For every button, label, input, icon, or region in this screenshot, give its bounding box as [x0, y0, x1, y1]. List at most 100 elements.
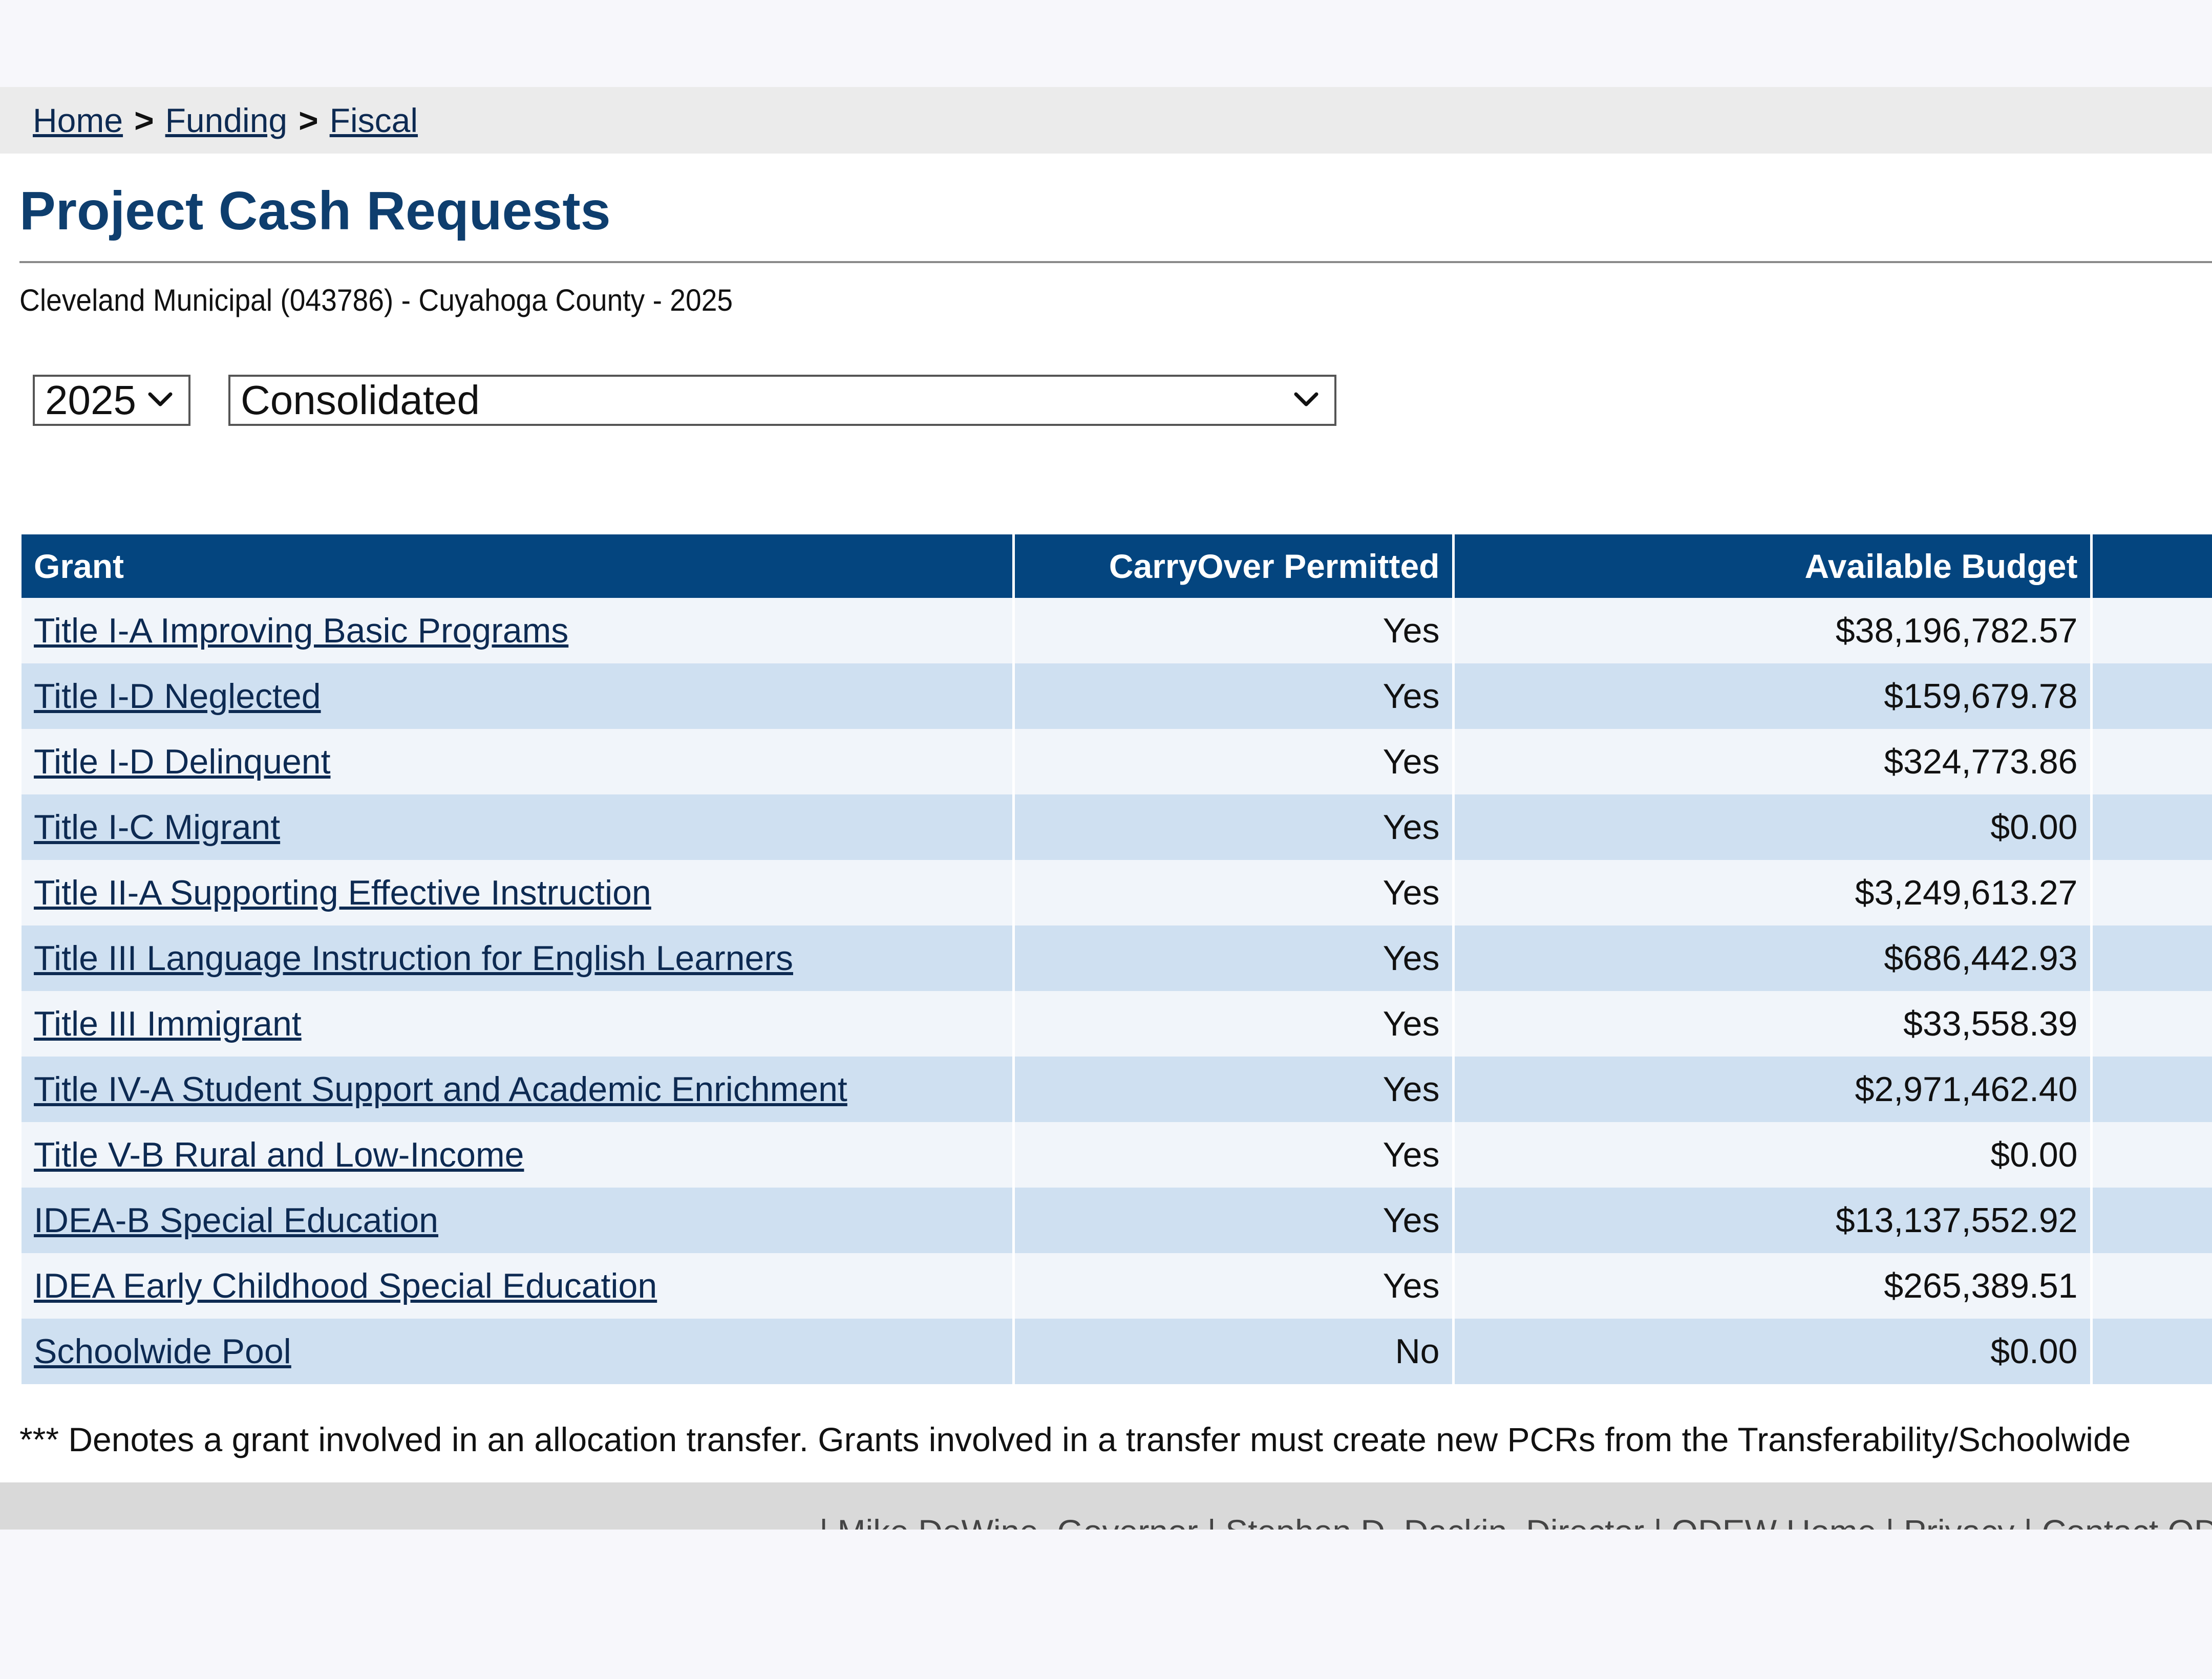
table-row: Title III Immigrant Yes $33,558.39: [22, 991, 2212, 1057]
grant-link[interactable]: Title I-A Improving Basic Programs: [34, 611, 568, 650]
district-info: Cleveland Municipal (043786) - Cuyahoga …: [19, 283, 733, 317]
footer-link[interactable]: | Privacy: [1885, 1513, 2014, 1530]
breadcrumb: Home > Funding > Fiscal: [33, 87, 418, 154]
available-budget-cell: $13,137,552.92: [1453, 1188, 2093, 1253]
extra-cell: [2091, 1253, 2212, 1319]
program-select-value: Consolidated: [241, 377, 480, 423]
grant-cell: Title IV-A Student Support and Academic …: [22, 1057, 1015, 1122]
table-header-row: Grant CarryOver Permitted Available Budg…: [22, 534, 2212, 598]
column-header-extra: [2091, 534, 2212, 598]
footer: | Mike DeWine, Governor | Stephen D. Dack…: [0, 1482, 2212, 1530]
table-row: Title I-C Migrant Yes $0.00: [22, 794, 2212, 860]
grant-cell: IDEA Early Childhood Special Education: [22, 1253, 1015, 1319]
year-select-value: 2025: [45, 377, 136, 423]
chevron-down-icon: [1294, 392, 1318, 406]
table-row: IDEA Early Childhood Special Education Ye…: [22, 1253, 2212, 1319]
table-row: Title I-A Improving Basic Programs Yes $38…: [22, 598, 2212, 663]
grant-link[interactable]: Title I-C Migrant: [34, 808, 280, 847]
grant-link[interactable]: Title I-D Delinquent: [34, 742, 331, 781]
grants-table: Grant CarryOver Permitted Available Budg…: [22, 534, 2212, 1384]
carryover-cell: Yes: [1013, 860, 1455, 925]
available-budget-cell: $265,389.51: [1453, 1253, 2093, 1319]
extra-cell: [2091, 598, 2212, 663]
carryover-cell: Yes: [1013, 1188, 1455, 1253]
chevron-down-icon: [148, 392, 173, 406]
table-row: IDEA-B Special Education Yes $13,137,552.9…: [22, 1188, 2212, 1253]
available-budget-cell: $0.00: [1453, 1319, 2093, 1384]
available-budget-cell: $2,971,462.40: [1453, 1057, 2093, 1122]
available-budget-cell: $0.00: [1453, 794, 2093, 860]
grant-link[interactable]: Title III Immigrant: [34, 1004, 302, 1043]
extra-cell: [2091, 1057, 2212, 1122]
breadcrumb-separator: >: [134, 101, 154, 139]
available-budget-cell: $0.00: [1453, 1122, 2093, 1188]
grant-cell: Title III Language Instruction for Engli…: [22, 925, 1015, 991]
main-content: Project Cash Requests Cleveland Municipa…: [0, 154, 2212, 1482]
table-row: Title I-D Neglected Yes $159,679.78: [22, 663, 2212, 729]
table-row: Title II-A Supporting Effective Instruct…: [22, 860, 2212, 925]
available-budget-cell: $38,196,782.57: [1453, 598, 2093, 663]
table-row: Schoolwide Pool No $0.00: [22, 1319, 2212, 1384]
carryover-cell: Yes: [1013, 663, 1455, 729]
available-budget-cell: $3,249,613.27: [1453, 860, 2093, 925]
carryover-cell: Yes: [1013, 925, 1455, 991]
carryover-cell: Yes: [1013, 598, 1455, 663]
grant-link[interactable]: Schoolwide Pool: [34, 1332, 291, 1371]
breadcrumb-fiscal-link[interactable]: Fiscal: [330, 101, 418, 139]
grant-link[interactable]: Title I-D Neglected: [34, 677, 321, 716]
program-select[interactable]: Consolidated: [228, 375, 1336, 426]
extra-cell: [2091, 925, 2212, 991]
footer-links: | Mike DeWine, Governor | Stephen D. Dack…: [819, 1512, 2212, 1530]
column-header-carryover: CarryOver Permitted: [1013, 534, 1455, 598]
extra-cell: [2091, 1319, 2212, 1384]
breadcrumb-home-link[interactable]: Home: [33, 101, 123, 139]
grant-cell: Title I-D Neglected: [22, 663, 1015, 729]
grant-cell: Title V-B Rural and Low-Income: [22, 1122, 1015, 1188]
breadcrumb-funding-link[interactable]: Funding: [165, 101, 288, 139]
footer-link[interactable]: | Mike DeWine, Governor: [819, 1513, 1198, 1530]
grant-cell: Title I-D Delinquent: [22, 729, 1015, 794]
grant-link[interactable]: Title III Language Instruction for Engli…: [34, 939, 793, 978]
grant-cell: Title III Immigrant: [22, 991, 1015, 1057]
grant-link[interactable]: Title IV-A Student Support and Academic …: [34, 1070, 847, 1109]
title-divider: [19, 261, 2212, 263]
table-row: Title V-B Rural and Low-Income Yes $0.00: [22, 1122, 2212, 1188]
carryover-cell: Yes: [1013, 991, 1455, 1057]
extra-cell: [2091, 1188, 2212, 1253]
carryover-cell: Yes: [1013, 1057, 1455, 1122]
table-row: Title I-D Delinquent Yes $324,773.86: [22, 729, 2212, 794]
extra-cell: [2091, 729, 2212, 794]
grant-link[interactable]: Title II-A Supporting Effective Instruct…: [34, 873, 651, 912]
footer-link[interactable]: | Contact ODEW: [2024, 1513, 2212, 1530]
carryover-cell: Yes: [1013, 1253, 1455, 1319]
transfer-footnote: *** Denotes a grant involved in an alloc…: [19, 1420, 2131, 1458]
available-budget-cell: $159,679.78: [1453, 663, 2093, 729]
breadcrumb-bar: Home > Funding > Fiscal: [0, 87, 2212, 154]
extra-cell: [2091, 663, 2212, 729]
carryover-cell: Yes: [1013, 1122, 1455, 1188]
page-title: Project Cash Requests: [19, 181, 611, 241]
available-budget-cell: $686,442.93: [1453, 925, 2093, 991]
available-budget-cell: $33,558.39: [1453, 991, 2093, 1057]
column-header-available-budget: Available Budget: [1453, 534, 2093, 598]
extra-cell: [2091, 794, 2212, 860]
footer-link[interactable]: | ODEW Home: [1653, 1513, 1876, 1530]
table-row: Title IV-A Student Support and Academic …: [22, 1057, 2212, 1122]
available-budget-cell: $324,773.86: [1453, 729, 2093, 794]
extra-cell: [2091, 1122, 2212, 1188]
grant-cell: Title I-A Improving Basic Programs: [22, 598, 1015, 663]
breadcrumb-separator: >: [299, 101, 318, 139]
grant-cell: Title I-C Migrant: [22, 794, 1015, 860]
grant-cell: IDEA-B Special Education: [22, 1188, 1015, 1253]
grant-link[interactable]: Title V-B Rural and Low-Income: [34, 1135, 524, 1174]
page: Home > Funding > Fiscal Project Cash Request…: [0, 0, 2212, 1679]
carryover-cell: Yes: [1013, 794, 1455, 860]
table-row: Title III Language Instruction for Engli…: [22, 925, 2212, 991]
year-select[interactable]: 2025: [33, 375, 190, 426]
grant-cell: Schoolwide Pool: [22, 1319, 1015, 1384]
extra-cell: [2091, 860, 2212, 925]
grant-link[interactable]: IDEA-B Special Education: [34, 1201, 438, 1240]
carryover-cell: Yes: [1013, 729, 1455, 794]
grant-link[interactable]: IDEA Early Childhood Special Education: [34, 1266, 657, 1305]
footer-link[interactable]: | Stephen D. Dackin, Director: [1207, 1513, 1645, 1530]
